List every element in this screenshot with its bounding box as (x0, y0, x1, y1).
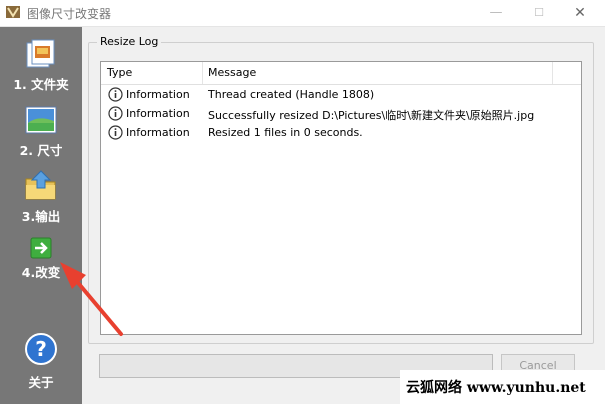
sidebar: 1. 文件夹 2. 尺寸 3.输出 4.改变 ? 关于 (0, 27, 82, 404)
sidebar-item-size[interactable]: 2. 尺寸 (0, 103, 82, 163)
watermark: 云狐网络 www.yunhu.net (400, 370, 605, 404)
row-message: Thread created (Handle 1808) (208, 88, 375, 101)
sidebar-item-change[interactable]: 4.改变 (0, 235, 82, 295)
info-icon (108, 87, 123, 102)
window-title: 图像尺寸改变器 (27, 7, 112, 21)
row-type: Information (126, 126, 190, 139)
sidebar-item-label: 4.改变 (21, 265, 61, 280)
sidebar-item-folder[interactable]: 1. 文件夹 (0, 37, 82, 97)
column-header-type[interactable]: Type (107, 66, 132, 79)
sidebar-item-label: 2. 尺寸 (19, 143, 63, 158)
info-icon (108, 125, 123, 140)
svg-text:?: ? (35, 337, 47, 361)
app-icon (6, 6, 20, 18)
column-divider[interactable] (202, 62, 203, 84)
sidebar-item-output[interactable]: 3.输出 (0, 169, 82, 229)
log-list[interactable]: Type Message Information Thread created … (100, 61, 582, 335)
column-header-message[interactable]: Message (208, 66, 256, 79)
close-button[interactable]: ✕ (560, 0, 600, 26)
title-bar: 图像尺寸改变器 — ☐ ✕ (0, 0, 605, 27)
help-icon: ? (25, 333, 57, 365)
row-type: Information (126, 88, 190, 101)
folder-output-icon (25, 170, 56, 200)
sidebar-item-label: 1. 文件夹 (13, 77, 69, 92)
list-header: Type Message (101, 62, 581, 85)
row-type: Information (126, 107, 190, 120)
sidebar-item-label: 3.输出 (21, 209, 61, 224)
maximize-button[interactable]: ☐ (519, 0, 559, 26)
sidebar-item-about[interactable]: ? 关于 (0, 332, 82, 392)
table-row[interactable]: Information Thread created (Handle 1808) (101, 86, 581, 105)
group-title: Resize Log (97, 35, 162, 48)
info-icon (108, 106, 123, 121)
folder-documents-icon (26, 39, 55, 68)
row-message: Resized 1 files in 0 seconds. (208, 126, 363, 139)
image-resize-icon (25, 106, 57, 134)
row-message: Successfully resized D:\Pictures\临时\新建文件… (208, 109, 535, 122)
sidebar-item-label: 关于 (28, 375, 54, 390)
minimize-button[interactable]: — (476, 0, 516, 26)
table-row[interactable]: Information Successfully resized D:\Pict… (101, 105, 581, 124)
watermark-text: 云狐网络 www.yunhu.net (406, 380, 586, 396)
table-row[interactable]: Information Resized 1 files in 0 seconds… (101, 124, 581, 143)
column-divider[interactable] (552, 62, 553, 84)
